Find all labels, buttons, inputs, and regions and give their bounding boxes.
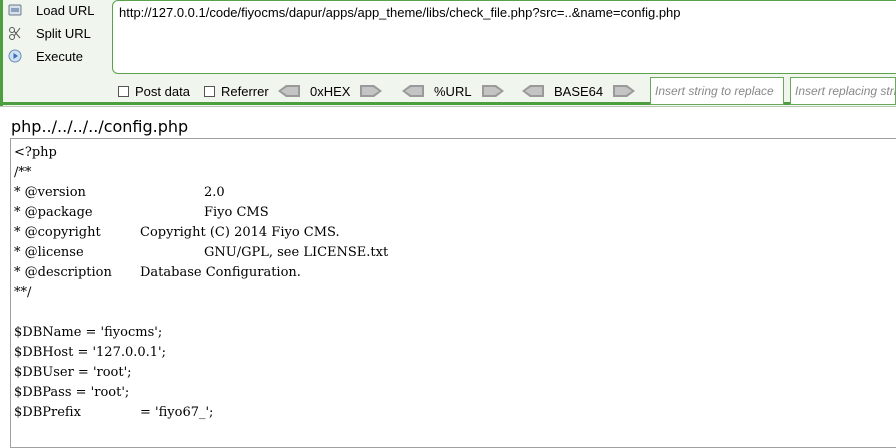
- hex-encode-arrow-icon[interactable]: [360, 85, 383, 97]
- code-line: $DBUser = 'root';: [14, 365, 132, 380]
- execute-icon: [8, 49, 22, 63]
- code-line: $DBName = 'fiyocms';: [14, 325, 163, 340]
- code-line: * @license GNU/GPL, see LICENSE.txt: [14, 245, 389, 260]
- base64-label: BASE64: [554, 83, 604, 99]
- code-line: **/: [14, 285, 32, 300]
- execute-button[interactable]: Execute: [8, 45, 83, 67]
- hackbar-left-accent: [0, 0, 3, 106]
- load-url-icon: [8, 3, 22, 17]
- referrer-label: Referrer: [221, 83, 269, 99]
- hex-label: 0xHEX: [310, 83, 351, 99]
- base64-decode-arrow-icon[interactable]: [522, 85, 544, 97]
- url-codec: %URL: [402, 82, 504, 100]
- url-encode-arrow-icon[interactable]: [481, 85, 504, 97]
- base64-codec: BASE64: [522, 82, 636, 100]
- hackbar-panel: Load URL Split URL Execute http://127.0.…: [0, 0, 896, 107]
- post-data-option[interactable]: Post data: [118, 83, 190, 99]
- url-decode-arrow-icon[interactable]: [402, 85, 424, 97]
- url-encode-label: %URL: [434, 83, 472, 99]
- code-line: /**: [14, 165, 32, 180]
- referrer-checkbox[interactable]: [204, 85, 215, 97]
- hex-decode-arrow-icon[interactable]: [278, 85, 300, 97]
- load-url-button[interactable]: Load URL: [8, 0, 95, 21]
- post-data-checkbox[interactable]: [118, 85, 129, 97]
- base64-encode-arrow-icon[interactable]: [613, 85, 636, 97]
- replacing-string-input[interactable]: Insert replacing string: [790, 77, 896, 105]
- code-line: $DBHost = '127.0.0.1';: [14, 345, 167, 360]
- code-textarea[interactable]: <?php /** * @version 2.0 * @package Fiyo C…: [10, 138, 896, 448]
- page-title: php../../../../config.php: [11, 117, 189, 136]
- split-url-label: Split URL: [36, 25, 91, 41]
- code-line: * @version 2.0: [14, 185, 225, 200]
- load-url-label: Load URL: [36, 2, 95, 18]
- code-line: * @copyright Copyright (C) 2014 Fiyo CMS.: [14, 225, 340, 240]
- split-url-icon: [8, 26, 22, 40]
- split-url-button[interactable]: Split URL: [8, 22, 91, 44]
- insert-string-input[interactable]: Insert string to replace: [650, 77, 784, 105]
- code-line: <?php: [14, 145, 57, 160]
- code-line: $DBPrefix = 'fiyo67_';: [14, 405, 214, 420]
- code-line: $DBPass = 'root';: [14, 385, 130, 400]
- url-textarea[interactable]: http://127.0.0.1/code/fiyocms/dapur/apps…: [112, 0, 896, 74]
- code-line: * @package Fiyo CMS: [14, 205, 269, 220]
- execute-label: Execute: [36, 48, 83, 64]
- hex-codec: 0xHEX: [278, 82, 383, 100]
- referrer-option[interactable]: Referrer: [204, 83, 269, 99]
- code-line: * @description Database Configuration.: [14, 265, 301, 280]
- post-data-label: Post data: [135, 83, 190, 99]
